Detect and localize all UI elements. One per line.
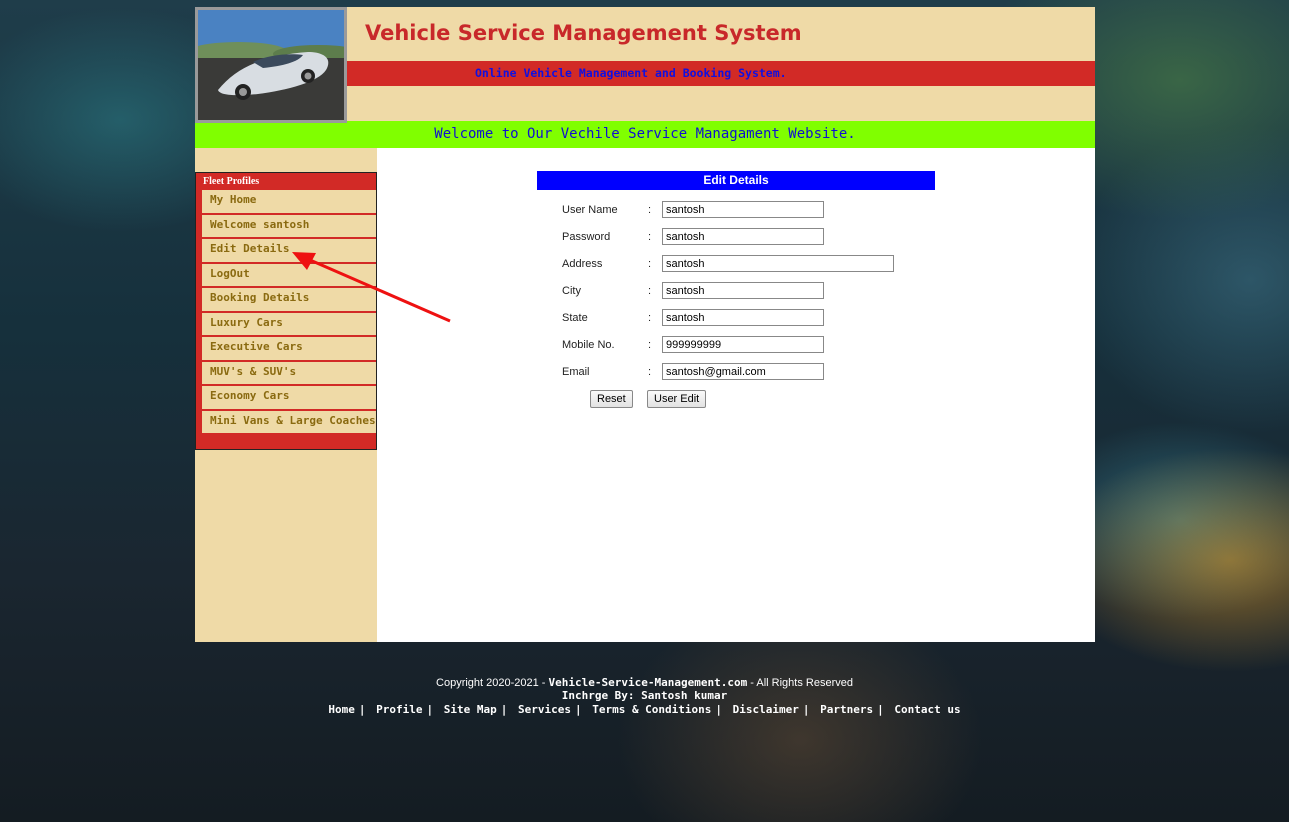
state-field[interactable] bbox=[662, 309, 824, 326]
sidebar-item-executive-cars[interactable]: Executive Cars bbox=[202, 337, 376, 362]
car-logo-image bbox=[195, 7, 347, 123]
field-colon: : bbox=[648, 339, 652, 351]
form-title: Edit Details bbox=[537, 171, 935, 190]
field-label: Address bbox=[562, 258, 603, 270]
footer-link-site-map[interactable]: Site Map bbox=[444, 703, 497, 716]
tagline-bar: Online Vehicle Management and Booking Sy… bbox=[347, 61, 1095, 86]
copyright-suffix: - All Rights Reserved bbox=[747, 677, 853, 689]
footer-link-disclaimer[interactable]: Disclaimer bbox=[733, 703, 799, 716]
sidebar-item-muvs-suvs[interactable]: MUV's & SUV's bbox=[202, 361, 376, 386]
welcome-banner: Welcome to Our Vechile Service Managamen… bbox=[195, 121, 1095, 148]
sidebar: Fleet Profiles My Home Welcome santosh E… bbox=[195, 148, 377, 642]
link-separator: | bbox=[426, 703, 434, 716]
username-field[interactable] bbox=[662, 201, 824, 218]
menu-footer bbox=[196, 435, 376, 449]
footer-link-partners[interactable]: Partners bbox=[820, 703, 873, 716]
footer-link-home[interactable]: Home bbox=[328, 703, 355, 716]
link-separator: | bbox=[802, 703, 810, 716]
password-field[interactable] bbox=[662, 228, 824, 245]
sidebar-item-mini-vans[interactable]: Mini Vans & Large Coaches bbox=[202, 410, 376, 435]
city-field[interactable] bbox=[662, 282, 824, 299]
copyright-site: Vehicle-Service-Management.com bbox=[548, 676, 748, 689]
content-panel: Edit Details User Name : Password : Addr… bbox=[377, 148, 1095, 642]
field-colon: : bbox=[648, 204, 652, 216]
link-separator: | bbox=[500, 703, 508, 716]
incharge-line: Inchrge By: Santosh kumar bbox=[561, 689, 728, 702]
sidebar-item-luxury-cars[interactable]: Luxury Cars bbox=[202, 312, 376, 337]
sidebar-item-booking-details[interactable]: Booking Details bbox=[202, 288, 376, 313]
site-title: Vehicle Service Management System bbox=[365, 21, 802, 45]
footer-link-profile[interactable]: Profile bbox=[376, 703, 422, 716]
user-edit-button[interactable]: User Edit bbox=[647, 390, 707, 408]
copyright-prefix: Copyright 2020-2021 - bbox=[436, 677, 549, 689]
copyright-line: Copyright 2020-2021 - Vehicle-Service-Ma… bbox=[0, 676, 1289, 689]
link-separator: | bbox=[715, 703, 723, 716]
field-label: State bbox=[562, 312, 588, 324]
fleet-profiles-menu: Fleet Profiles My Home Welcome santosh E… bbox=[195, 172, 377, 450]
footer-link-terms[interactable]: Terms & Conditions bbox=[592, 703, 711, 716]
link-separator: | bbox=[877, 703, 884, 716]
header: Vehicle Service Management System Online… bbox=[195, 7, 1095, 123]
email-field[interactable] bbox=[662, 363, 824, 380]
field-label: Email bbox=[562, 366, 590, 378]
footer-links: Home | Profile | Site Map | Services | Terms… bbox=[0, 703, 1289, 716]
menu-heading: Fleet Profiles bbox=[203, 176, 260, 187]
sidebar-item-economy-cars[interactable]: Economy Cars bbox=[202, 386, 376, 411]
link-separator: | bbox=[358, 703, 366, 716]
reset-button[interactable]: Reset bbox=[590, 390, 633, 408]
field-colon: : bbox=[648, 366, 652, 378]
sidebar-item-my-home[interactable]: My Home bbox=[202, 190, 376, 215]
sidebar-item-logout[interactable]: LogOut bbox=[202, 263, 376, 288]
field-label: Mobile No. bbox=[562, 339, 615, 351]
mobile-field[interactable] bbox=[662, 336, 824, 353]
footer: Copyright 2020-2021 - Vehicle-Service-Ma… bbox=[0, 676, 1289, 716]
tagline: Online Vehicle Management and Booking Sy… bbox=[475, 66, 787, 80]
field-colon: : bbox=[648, 231, 652, 243]
field-label: User Name bbox=[562, 204, 618, 216]
footer-link-services[interactable]: Services bbox=[518, 703, 571, 716]
sidebar-item-edit-details[interactable]: Edit Details bbox=[202, 239, 376, 264]
sidebar-item-welcome[interactable]: Welcome santosh bbox=[202, 214, 376, 239]
field-label: City bbox=[562, 285, 581, 297]
link-separator: | bbox=[574, 703, 582, 716]
main-area: Fleet Profiles My Home Welcome santosh E… bbox=[195, 148, 1095, 642]
field-colon: : bbox=[648, 285, 652, 297]
page-container: Vehicle Service Management System Online… bbox=[195, 7, 1095, 642]
address-field[interactable] bbox=[662, 255, 894, 272]
footer-link-contact[interactable]: Contact us bbox=[894, 703, 960, 716]
field-colon: : bbox=[648, 312, 652, 324]
field-colon: : bbox=[648, 258, 652, 270]
field-label: Password bbox=[562, 231, 611, 243]
